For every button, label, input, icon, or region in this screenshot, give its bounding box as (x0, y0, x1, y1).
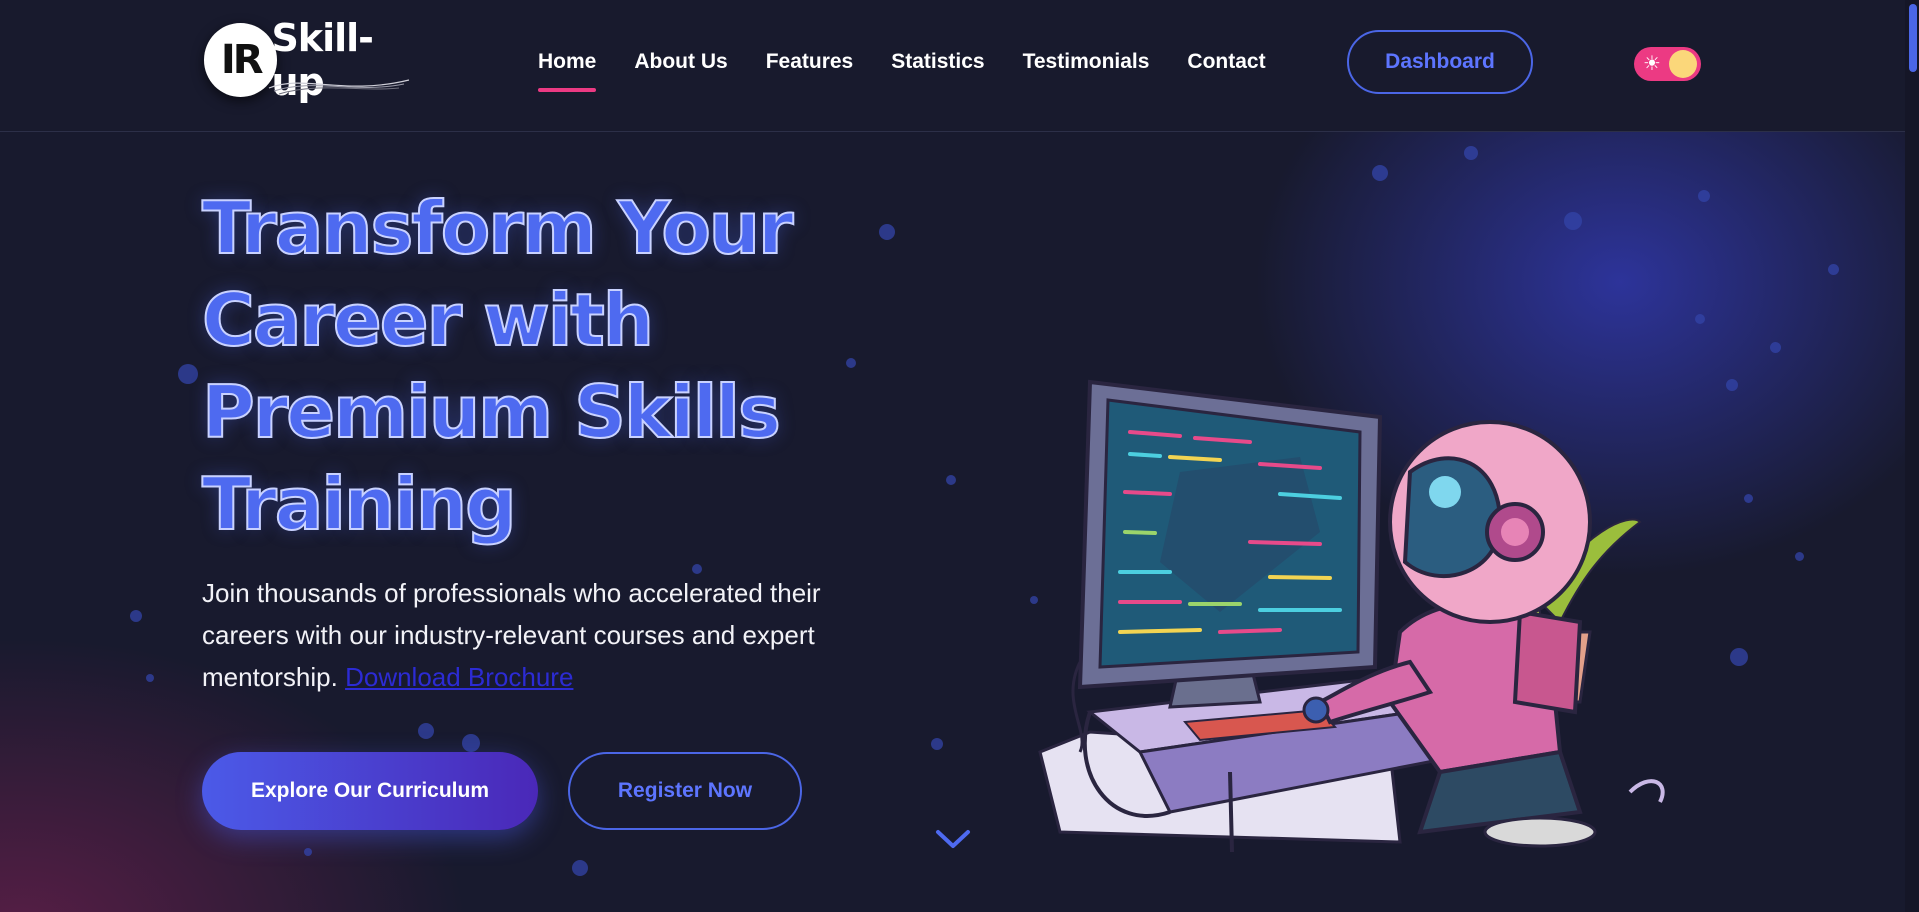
particle-dot (304, 848, 312, 856)
nav-item-about-us[interactable]: About Us (634, 50, 727, 74)
site-header: IR Skill-up Home About Us Features Stati… (0, 0, 1905, 132)
logo-swoosh-icon (268, 79, 410, 95)
nav-item-testimonials[interactable]: Testimonials (1023, 50, 1150, 74)
download-brochure-link[interactable]: Download Brochure (345, 662, 573, 692)
particle-dot (1730, 648, 1748, 666)
nav-item-home[interactable]: Home (538, 50, 597, 92)
hero-title-line: Premium Skills (201, 369, 782, 455)
register-now-button[interactable]: Register Now (568, 752, 802, 830)
chevron-down-icon[interactable] (934, 827, 972, 851)
page-scrollbar[interactable] (1905, 0, 1919, 912)
nav-item-statistics[interactable]: Statistics (891, 50, 984, 74)
particle-dot (1744, 494, 1753, 503)
particle-dot (146, 674, 154, 682)
particle-dot (1698, 190, 1710, 202)
particle-dot (1464, 146, 1478, 160)
hero-title: Transform Your Career with Premium Skill… (201, 182, 922, 550)
toggle-knob (1669, 50, 1697, 78)
astronaut-coding-illustration (1038, 379, 1665, 852)
particle-dot (1372, 165, 1388, 181)
particle-dot (931, 738, 943, 750)
scrollbar-thumb[interactable] (1909, 4, 1917, 72)
explore-curriculum-button[interactable]: Explore Our Curriculum (202, 752, 538, 830)
particle-dot (1795, 552, 1804, 561)
theme-toggle[interactable]: ☀ (1634, 47, 1701, 81)
particle-dot (1828, 264, 1839, 275)
hero-section: Transform Your Career with Premium Skill… (0, 132, 1905, 912)
particle-dot (462, 734, 480, 752)
particle-dot (946, 475, 956, 485)
particle-dot (418, 723, 434, 739)
nav-item-contact[interactable]: Contact (1187, 50, 1265, 74)
logo[interactable]: IR Skill-up (204, 16, 424, 104)
hero-title-line: Career with (201, 277, 655, 363)
sun-icon: ☀ (1643, 53, 1661, 75)
hero-title-line: Transform Your (201, 185, 795, 271)
particle-dot (1770, 342, 1781, 353)
hero-title-line: Training (201, 461, 518, 547)
particle-dot (1564, 212, 1582, 230)
particle-dot (130, 610, 142, 622)
particle-dot (572, 860, 588, 876)
dashboard-button[interactable]: Dashboard (1347, 30, 1533, 94)
nav-item-features[interactable]: Features (766, 50, 854, 74)
main-nav: Home About Us Features Statistics Testim… (538, 50, 1304, 92)
particle-dot (1726, 379, 1738, 391)
hero-description: Join thousands of professionals who acce… (202, 572, 902, 698)
particle-dot (178, 364, 198, 384)
